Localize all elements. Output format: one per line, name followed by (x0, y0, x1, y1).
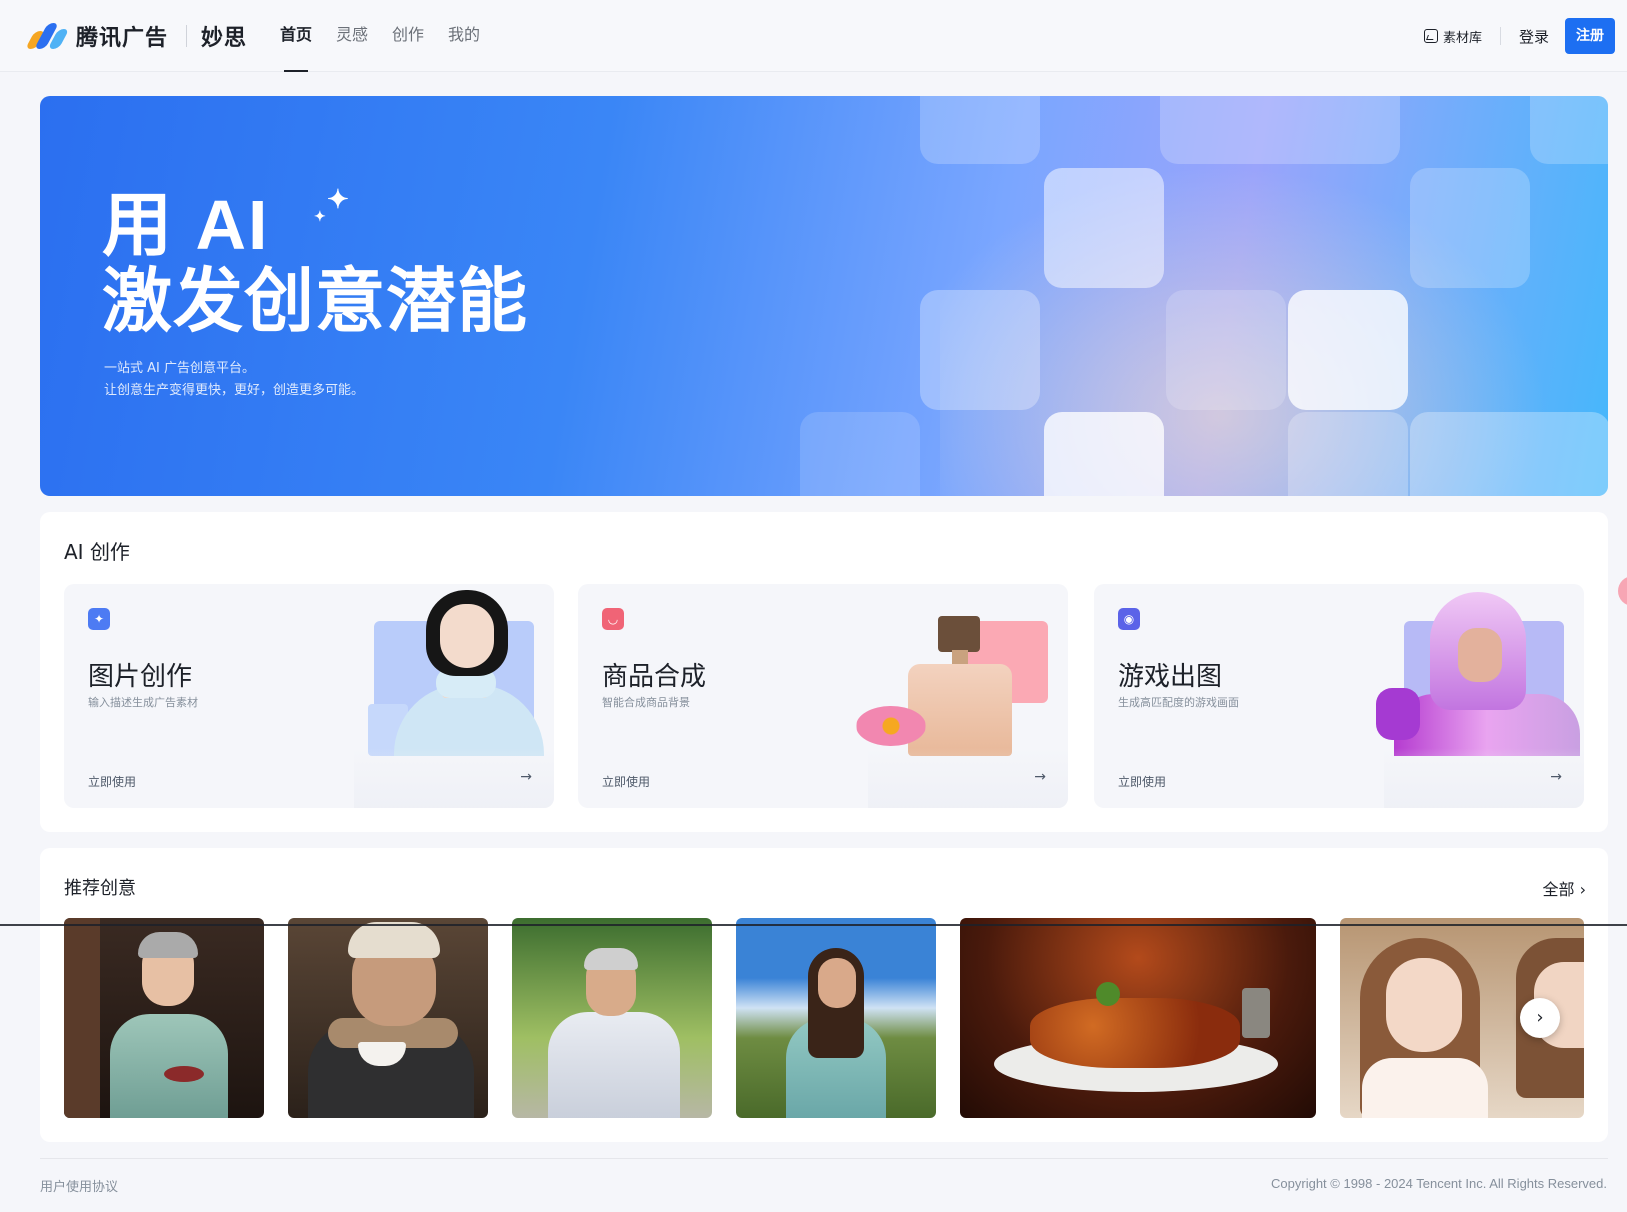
sparkle-icon: ✦ (88, 608, 110, 630)
arrow-right-icon[interactable]: → (1034, 769, 1046, 785)
section-title: AI 创作 (64, 540, 130, 564)
card-cta[interactable]: 立即使用 (602, 773, 650, 790)
nav-home[interactable]: 首页 (280, 0, 312, 72)
recommended-section: 推荐创意 全部 › › (40, 848, 1608, 1142)
decor-tile (1530, 96, 1608, 164)
arrow-right-icon[interactable]: → (520, 769, 532, 785)
hero-title-line2: 激发创意潜能 (102, 262, 528, 340)
creative-thumbnail[interactable] (512, 918, 712, 1118)
white-top-illustration (1362, 1058, 1488, 1118)
bowl-illustration (164, 1066, 204, 1082)
bag-icon: ◡ (602, 608, 624, 630)
creative-thumbnail[interactable] (960, 918, 1316, 1118)
overlay-guide-line (0, 924, 1627, 926)
decor-tile (1166, 290, 1286, 410)
card-subtitle: 智能合成商品背景 (602, 696, 690, 709)
decor-tile (1160, 96, 1400, 164)
asset-library-button[interactable]: 素材库 (1423, 27, 1482, 46)
perfume-cap-illustration (938, 616, 980, 652)
creative-thumbnail[interactable] (288, 918, 488, 1118)
view-all-label: 全部 (1542, 880, 1575, 899)
brand-logo[interactable]: 腾讯广告 妙思 (24, 20, 247, 52)
asset-library-label: 素材库 (1442, 30, 1482, 46)
sparkle-icon: ✦ (327, 184, 349, 214)
hero-title-line1: 用 AI (102, 186, 270, 264)
knit-hat-illustration (348, 922, 440, 958)
card-cta[interactable]: 立即使用 (1118, 773, 1166, 790)
view-all-link[interactable]: 全部 › (1542, 876, 1586, 900)
hair-illustration (138, 932, 198, 958)
game-character-fist-illustration (1376, 688, 1420, 740)
login-button[interactable]: 登录 (1519, 26, 1549, 47)
logo-divider (186, 25, 188, 47)
header-divider (1499, 27, 1501, 45)
floating-help-button[interactable] (1618, 576, 1627, 606)
hero-desc-line2: 让创意生产变得更快，更好，创造更多可能。 (104, 383, 365, 398)
nav-create[interactable]: 创作 (392, 0, 424, 72)
copyright-text: Copyright © 1998 - 2024 Tencent Inc. All… (1271, 1176, 1607, 1191)
card-game-art[interactable]: ◉ 游戏出图 生成高匹配度的游戏画面 立即使用 → (1094, 584, 1584, 808)
perfume-neck-illustration (952, 650, 968, 664)
card-title: 游戏出图 (1118, 662, 1223, 692)
nav-mine[interactable]: 我的 (448, 0, 480, 72)
arrow-right-icon[interactable]: → (1550, 769, 1562, 785)
game-character-face-illustration (1458, 628, 1502, 682)
sparkle-small-icon: ✦ (314, 208, 326, 224)
decor-tile (800, 412, 920, 496)
card-title: 图片创作 (88, 662, 193, 692)
hero-banner: 用 AI 激发创意潜能 ✦ ✦ 一站式 AI 广告创意平台。 让创意生产变得更快… (40, 96, 1608, 496)
user-agreement-link[interactable]: 用户使用协议 (40, 1176, 118, 1195)
window-frame-illustration (64, 918, 100, 1118)
brand-name: 腾讯广告 (76, 26, 169, 51)
gamepad-icon: ◉ (1118, 608, 1140, 630)
header-actions: 素材库 登录 注册 (1423, 17, 1615, 55)
pink-flower-illustration (856, 706, 926, 746)
hero-desc-line1: 一站式 AI 广告创意平台。 (104, 361, 255, 376)
tencent-ads-logo-icon (24, 21, 70, 51)
ai-creation-section: AI 创作 ✦ 图片创作 输入描述生成广告素材 立即使用 → ◡ 商品合成 智能… (40, 512, 1608, 832)
herb-garnish-illustration (1096, 982, 1120, 1006)
cheongsam-illustration (110, 1014, 228, 1118)
section-title: 推荐创意 (64, 878, 136, 899)
chevron-right-icon: › (1579, 880, 1586, 899)
card-title: 商品合成 (602, 662, 707, 692)
image-library-icon (1423, 29, 1438, 43)
fried-chicken-illustration (1030, 998, 1240, 1068)
creative-thumbnail[interactable] (736, 918, 936, 1118)
decor-tile (920, 290, 1040, 410)
product-name: 妙思 (201, 26, 248, 51)
card-product-composite[interactable]: ◡ 商品合成 智能合成商品背景 立即使用 → (578, 584, 1068, 808)
card-subtitle: 输入描述生成广告素材 (88, 696, 198, 709)
woman-face-illustration (440, 604, 494, 668)
decor-tile (1044, 168, 1164, 288)
hero-description: 一站式 AI 广告创意平台。 让创意生产变得更快，更好，创造更多可能。 (104, 358, 364, 402)
decor-tile (1288, 290, 1408, 410)
hero-title: 用 AI 激发创意潜能 ✦ ✦ (102, 184, 528, 340)
decor-tile (1410, 168, 1530, 288)
decor-tile (920, 96, 1040, 164)
card-image-creation[interactable]: ✦ 图片创作 输入描述生成广告素材 立即使用 → (64, 584, 554, 808)
creative-thumbnail[interactable] (64, 918, 264, 1118)
card-cta[interactable]: 立即使用 (88, 773, 136, 790)
decor-tile (1044, 412, 1164, 496)
white-jacket-illustration (548, 1012, 680, 1118)
carousel-next-button[interactable]: › (1520, 998, 1560, 1038)
decor-tile (1410, 412, 1608, 496)
face-illustration (1386, 958, 1462, 1052)
perfume-bottle-illustration (908, 664, 1012, 756)
main-nav: 首页 灵感 创作 我的 (280, 0, 504, 72)
glass-illustration (1242, 988, 1270, 1038)
hair-illustration (584, 948, 638, 970)
decor-tile (1288, 412, 1408, 496)
nav-inspiration[interactable]: 灵感 (336, 0, 368, 72)
footer-divider (40, 1158, 1608, 1159)
register-button[interactable]: 注册 (1565, 18, 1615, 54)
top-navigation-bar: 腾讯广告 妙思 首页 灵感 创作 我的 素材库 登录 注册 (0, 0, 1627, 72)
face-illustration (818, 958, 856, 1008)
card-subtitle: 生成高匹配度的游戏画面 (1118, 696, 1239, 709)
